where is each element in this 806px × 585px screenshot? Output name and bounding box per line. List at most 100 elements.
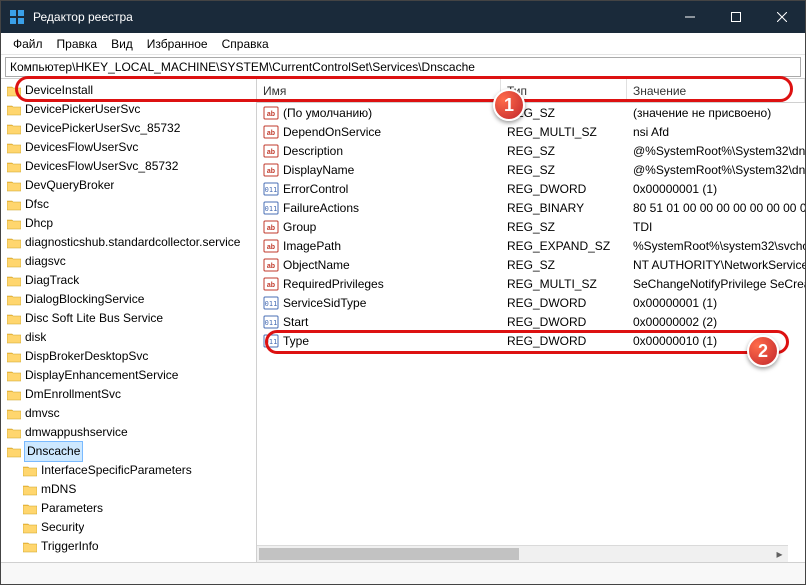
tree-item-label: DisplayEnhancementService (25, 366, 178, 385)
svg-text:ab: ab (267, 282, 275, 289)
tree-item-label: diagsvc (25, 252, 66, 271)
value-row[interactable]: abGroupREG_SZTDI (257, 217, 805, 236)
folder-icon (7, 104, 21, 116)
address-input[interactable] (5, 57, 801, 77)
folder-icon (7, 180, 21, 192)
folder-icon (7, 85, 21, 97)
tree-item[interactable]: DiagTrack (7, 271, 256, 290)
scroll-right-icon[interactable]: ▸ (771, 546, 788, 562)
close-button[interactable] (759, 1, 805, 33)
value-type: REG_SZ (501, 163, 627, 177)
tree-item-label: mDNS (41, 480, 76, 499)
value-row[interactable]: abDescriptionREG_SZ@%SystemRoot%\System3… (257, 141, 805, 160)
tree-item-label: DevicePickerUserSvc_85732 (25, 119, 180, 138)
tree-item[interactable]: DevicePickerUserSvc (7, 100, 256, 119)
tree-item[interactable]: DeviceInstall (7, 81, 256, 100)
tree-item-label: DiagTrack (25, 271, 79, 290)
value-data: 80 51 01 00 00 00 00 00 00 00 00 00 (627, 201, 805, 215)
value-row[interactable]: 011StartREG_DWORD0x00000002 (2) (257, 312, 805, 331)
value-type: REG_SZ (501, 144, 627, 158)
scroll-thumb-h[interactable] (259, 548, 519, 560)
tree-item-label: Disc Soft Lite Bus Service (25, 309, 163, 328)
tree-item[interactable]: Disc Soft Lite Bus Service (7, 309, 256, 328)
menu-favorites[interactable]: Избранное (141, 35, 214, 53)
folder-icon (7, 275, 21, 287)
tree-item[interactable]: Dnscache (7, 442, 256, 461)
callout-badge-1: 1 (493, 89, 525, 121)
minimize-button[interactable] (667, 1, 713, 33)
folder-icon (7, 161, 21, 173)
tree-item[interactable]: DisplayEnhancementService (7, 366, 256, 385)
folder-icon (7, 408, 21, 420)
list-body[interactable]: ab(По умолчанию)REG_SZ(значение не присв… (257, 103, 805, 562)
menu-help[interactable]: Справка (216, 35, 275, 53)
menu-file[interactable]: Файл (7, 35, 49, 53)
scrollbar-horizontal[interactable]: ◂ ▸ (257, 545, 788, 562)
svg-text:ab: ab (267, 244, 275, 251)
column-name[interactable]: Имя (257, 79, 501, 102)
value-row[interactable]: 011FailureActionsREG_BINARY80 51 01 00 0… (257, 198, 805, 217)
value-row[interactable]: abImagePathREG_EXPAND_SZ%SystemRoot%\sys… (257, 236, 805, 255)
tree-item-label: DevicePickerUserSvc (25, 100, 140, 119)
value-row[interactable]: 011ErrorControlREG_DWORD0x00000001 (1) (257, 179, 805, 198)
value-data: @%SystemRoot%\System32\dnsapi (627, 163, 805, 177)
value-data: @%SystemRoot%\System32\dnsapi (627, 144, 805, 158)
tree-item-label: Dnscache (25, 442, 82, 461)
svg-text:ab: ab (267, 263, 275, 270)
value-type: REG_SZ (501, 220, 627, 234)
value-type: REG_SZ (501, 258, 627, 272)
maximize-button[interactable] (713, 1, 759, 33)
tree-item[interactable]: mDNS (7, 480, 256, 499)
tree-item-label: DevicesFlowUserSvc (25, 138, 138, 157)
tree-item[interactable]: DmEnrollmentSvc (7, 385, 256, 404)
value-row[interactable]: abRequiredPrivilegesREG_MULTI_SZSeChange… (257, 274, 805, 293)
column-data[interactable]: Значение (627, 79, 805, 102)
string-value-icon: ab (263, 162, 279, 178)
tree-item[interactable]: DialogBlockingService (7, 290, 256, 309)
folder-icon (23, 522, 37, 534)
tree-item[interactable]: TriggerInfo (7, 537, 256, 556)
tree-item[interactable]: DevicePickerUserSvc_85732 (7, 119, 256, 138)
value-row[interactable]: abDependOnServiceREG_MULTI_SZnsi Afd (257, 122, 805, 141)
svg-text:ab: ab (267, 130, 275, 137)
tree-item[interactable]: dmvsc (7, 404, 256, 423)
value-name: RequiredPrivileges (283, 277, 384, 291)
tree-item[interactable]: InterfaceSpecificParameters (7, 461, 256, 480)
folder-icon (7, 351, 21, 363)
value-name: Group (283, 220, 316, 234)
value-row[interactable]: abObjectNameREG_SZNT AUTHORITY\NetworkSe… (257, 255, 805, 274)
callout-badge-2: 2 (747, 335, 779, 367)
addressbar (1, 55, 805, 79)
menu-edit[interactable]: Правка (51, 35, 104, 53)
value-row[interactable]: ab(По умолчанию)REG_SZ(значение не присв… (257, 103, 805, 122)
value-row[interactable]: abDisplayNameREG_SZ@%SystemRoot%\System3… (257, 160, 805, 179)
svg-text:ab: ab (267, 168, 275, 175)
tree-item-label: disk (25, 328, 46, 347)
value-type: REG_DWORD (501, 182, 627, 196)
tree-item-label: DevQueryBroker (25, 176, 114, 195)
folder-icon (23, 503, 37, 515)
value-row[interactable]: 011TypeREG_DWORD0x00000010 (1) (257, 331, 805, 350)
value-type: REG_EXPAND_SZ (501, 239, 627, 253)
value-row[interactable]: 011ServiceSidTypeREG_DWORD0x00000001 (1) (257, 293, 805, 312)
menu-view[interactable]: Вид (105, 35, 139, 53)
svg-text:011: 011 (265, 205, 278, 213)
statusbar (1, 562, 805, 584)
tree-item[interactable]: disk (7, 328, 256, 347)
tree-item[interactable]: DispBrokerDesktopSvc (7, 347, 256, 366)
folder-icon (7, 218, 21, 230)
tree-item[interactable]: Dfsc (7, 195, 256, 214)
key-tree[interactable]: DeviceInstallDevicePickerUserSvcDevicePi… (1, 79, 257, 562)
tree-item-label: Dhcp (25, 214, 53, 233)
tree-item[interactable]: DevQueryBroker (7, 176, 256, 195)
tree-item[interactable]: Parameters (7, 499, 256, 518)
tree-item[interactable]: DevicesFlowUserSvc (7, 138, 256, 157)
tree-item[interactable]: Dhcp (7, 214, 256, 233)
binary-value-icon: 011 (263, 200, 279, 216)
value-name: Type (283, 334, 309, 348)
tree-item[interactable]: diagnosticshub.standardcollector.service (7, 233, 256, 252)
tree-item[interactable]: Security (7, 518, 256, 537)
tree-item[interactable]: diagsvc (7, 252, 256, 271)
tree-item[interactable]: dmwappushservice (7, 423, 256, 442)
tree-item[interactable]: DevicesFlowUserSvc_85732 (7, 157, 256, 176)
